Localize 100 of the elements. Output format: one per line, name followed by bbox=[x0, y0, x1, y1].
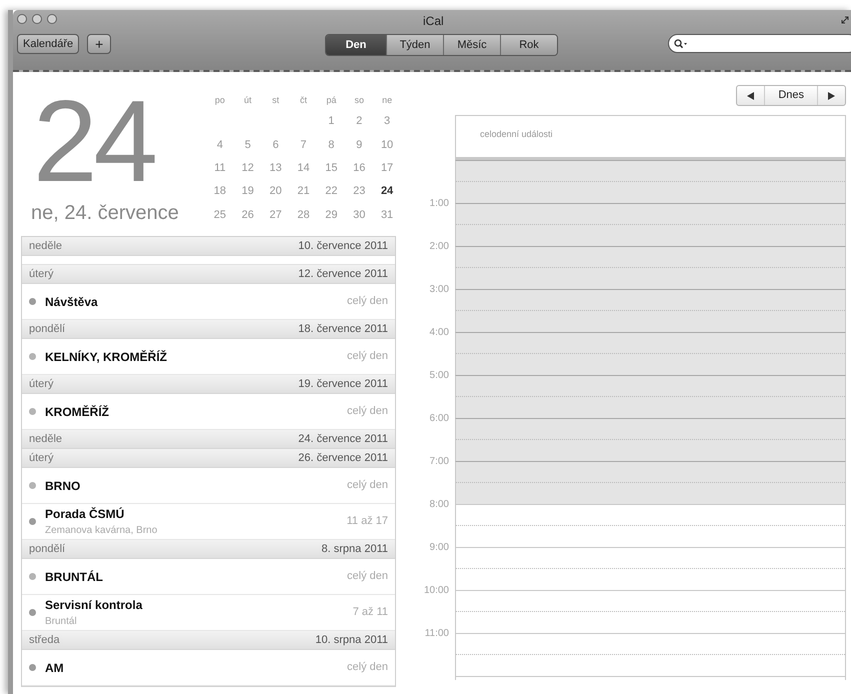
calendar-day[interactable]: 22 bbox=[317, 183, 346, 206]
day-date: 26. července 2011 bbox=[298, 450, 388, 466]
weekday-label: so bbox=[353, 94, 365, 107]
calendar-day[interactable]: 27 bbox=[262, 206, 290, 229]
day-name: neděle bbox=[29, 432, 62, 447]
hour-label: 3:00 bbox=[430, 283, 449, 297]
calendar-day[interactable]: 30 bbox=[345, 206, 374, 229]
minimize-button[interactable] bbox=[32, 14, 42, 24]
view-tab[interactable]: Měsíc bbox=[443, 35, 500, 55]
weekday-label: čt bbox=[298, 94, 308, 107]
day-name: úterý bbox=[29, 450, 54, 466]
event-title: BRUNTÁL bbox=[45, 568, 104, 586]
day-date: 8. srpna 2011 bbox=[322, 542, 388, 557]
day-date: 18. července 2011 bbox=[298, 322, 388, 337]
calendar-day[interactable]: 4 bbox=[206, 136, 234, 159]
event-title: BRNO bbox=[45, 478, 82, 494]
event-location: Bruntál bbox=[45, 615, 78, 629]
calendar-day[interactable]: 11 bbox=[206, 160, 234, 182]
calendar-day[interactable]: 1 bbox=[317, 113, 346, 136]
date-caption: ne, 24. července bbox=[31, 201, 180, 226]
hour-label: 5:00 bbox=[430, 369, 449, 383]
calendar-day[interactable]: 31 bbox=[373, 206, 401, 229]
calendar-day[interactable]: 20 bbox=[262, 183, 290, 206]
weekday-label: ne bbox=[381, 94, 394, 107]
all-day-label: celodenní události bbox=[480, 129, 553, 139]
calendar-day[interactable]: 12 bbox=[234, 160, 262, 182]
event-time: celý den bbox=[347, 569, 388, 584]
weekday-label: st bbox=[271, 94, 280, 107]
calendar-day[interactable]: 2 bbox=[345, 113, 374, 136]
weekday-label: po bbox=[214, 94, 226, 107]
day-name: pondělí bbox=[29, 542, 66, 557]
calendar-day[interactable]: 13 bbox=[262, 160, 290, 182]
event-title: KELNÍKY, KROMĚŘÍŽ bbox=[45, 348, 168, 366]
day-date: 19. července 2011 bbox=[298, 376, 388, 392]
event-row[interactable]: Porada ČSMÚ Zemanova kavárna, Brno 11 až 17 bbox=[22, 504, 395, 540]
calendar-day[interactable]: 23 bbox=[345, 183, 374, 206]
add-button[interactable]: + bbox=[87, 34, 112, 54]
calendar-day[interactable]: 10 bbox=[373, 136, 401, 159]
hour-label: 1:00 bbox=[430, 197, 449, 211]
hour-label: 10:00 bbox=[424, 584, 449, 598]
event-time: 11 až 17 bbox=[346, 514, 388, 530]
day-date: 12. července 2011 bbox=[298, 266, 388, 282]
left-arrow-icon bbox=[747, 92, 754, 100]
event-time: celý den bbox=[347, 404, 388, 420]
calendar-day[interactable]: 6 bbox=[262, 136, 290, 159]
event-time: celý den bbox=[347, 478, 388, 494]
calendar-day[interactable]: 25 bbox=[206, 206, 234, 229]
event-time: celý den bbox=[347, 294, 388, 310]
event-title: AM bbox=[45, 660, 65, 676]
hour-label: 4:00 bbox=[430, 326, 449, 340]
calendar-day[interactable]: 14 bbox=[290, 160, 318, 182]
calendar-day[interactable]: 16 bbox=[345, 160, 374, 182]
calendar-day[interactable]: 19 bbox=[234, 183, 262, 206]
hour-label: 6:00 bbox=[430, 412, 449, 426]
day-date: 24. července 2011 bbox=[298, 432, 388, 447]
view-tab[interactable]: Den bbox=[326, 35, 386, 55]
zoom-button[interactable] bbox=[47, 14, 57, 24]
view-tab[interactable]: Rok bbox=[500, 35, 557, 55]
calendar-day[interactable]: 15 bbox=[317, 160, 346, 182]
calendar-day[interactable]: 3 bbox=[373, 113, 401, 136]
hour-label: 9:00 bbox=[430, 541, 449, 555]
view-tab[interactable]: Týden bbox=[386, 35, 443, 55]
day-date: 10. srpna 2011 bbox=[315, 632, 388, 648]
window-title: iCal bbox=[423, 13, 444, 30]
calendar-day[interactable]: 5 bbox=[234, 136, 262, 159]
event-title: KROMĚŘÍŽ bbox=[45, 404, 110, 420]
hour-label: 11:00 bbox=[424, 627, 449, 641]
event-title: Návštěva bbox=[45, 294, 99, 310]
calendar-day[interactable]: 21 bbox=[290, 183, 318, 206]
event-time: 7 až 11 bbox=[352, 605, 388, 620]
calendar-day[interactable]: 18 bbox=[206, 183, 234, 206]
calendar-day[interactable]: 29 bbox=[317, 206, 346, 229]
resize-icon[interactable] bbox=[841, 16, 849, 24]
calendars-button[interactable]: Kalendáře bbox=[17, 34, 80, 54]
close-button[interactable] bbox=[17, 14, 27, 24]
day-name: neděle bbox=[29, 238, 62, 254]
calendar-day[interactable]: 24 bbox=[373, 183, 401, 206]
hour-label: 7:00 bbox=[430, 455, 449, 469]
weekday-label: pá bbox=[325, 94, 338, 107]
calendar-day[interactable]: 28 bbox=[290, 206, 318, 229]
calendar-day[interactable]: 8 bbox=[317, 136, 346, 159]
day-date: 10. července 2011 bbox=[298, 238, 388, 254]
calendar-day[interactable]: 17 bbox=[373, 160, 401, 182]
event-title: Porada ČSMÚ bbox=[45, 506, 126, 523]
day-name: úterý bbox=[29, 376, 54, 392]
search-icon bbox=[674, 38, 688, 48]
calendar-day[interactable]: 26 bbox=[234, 206, 262, 229]
day-name: středa bbox=[29, 632, 60, 648]
day-name: úterý bbox=[29, 266, 54, 282]
today-button[interactable]: Dnes bbox=[765, 86, 817, 105]
event-time: celý den bbox=[347, 660, 388, 676]
big-date: 24 bbox=[33, 86, 155, 196]
hour-label: 8:00 bbox=[430, 498, 449, 512]
event-title: Servisní kontrola bbox=[45, 597, 144, 614]
calendar-day[interactable]: 9 bbox=[345, 136, 374, 159]
weekday-label: út bbox=[243, 94, 253, 107]
search-field[interactable] bbox=[668, 34, 851, 53]
event-time: celý den bbox=[347, 349, 388, 364]
calendar-day[interactable]: 7 bbox=[290, 136, 318, 159]
right-arrow-icon bbox=[828, 92, 835, 100]
